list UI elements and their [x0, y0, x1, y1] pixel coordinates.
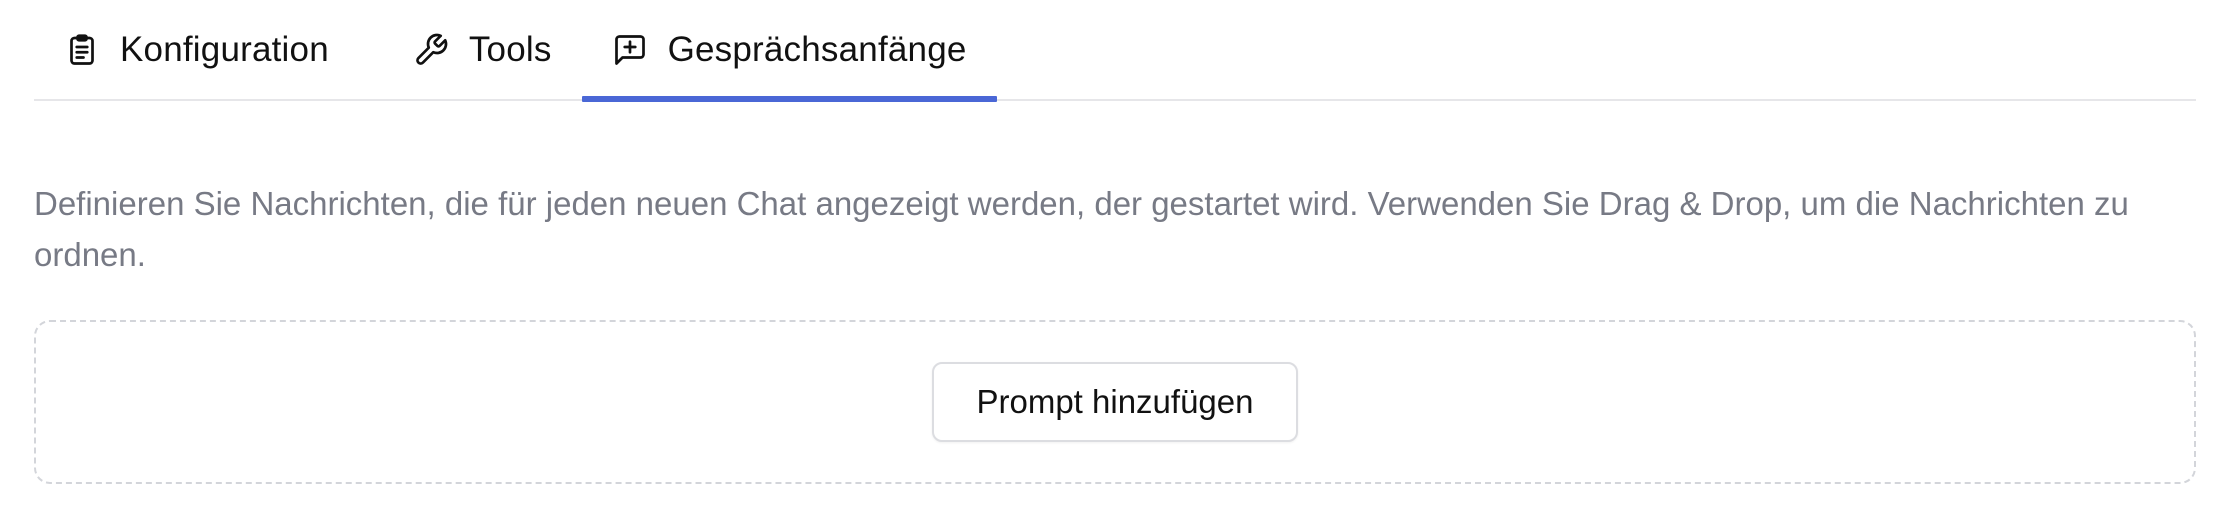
tab-konfiguration[interactable]: Konfiguration [34, 0, 359, 99]
tab-gespraechsanfaenge[interactable]: Gesprächsanfänge [581, 0, 997, 102]
tab-label: Gesprächsanfänge [667, 30, 967, 69]
wrench-icon [413, 32, 449, 68]
conversation-starters-dropzone[interactable]: Prompt hinzufügen [34, 320, 2196, 484]
tab-tools[interactable]: Tools [383, 0, 582, 99]
tab-label: Tools [468, 30, 552, 69]
description-text: Definieren Sie Nachrichten, die für jede… [34, 185, 2129, 273]
clipboard-list-icon [64, 32, 100, 68]
tab-label: Konfiguration [120, 30, 329, 69]
tab-bar: Konfiguration Tools Gesprächsanfänge [34, 0, 2196, 102]
add-prompt-button[interactable]: Prompt hinzufügen [932, 362, 1298, 442]
message-square-plus-icon [612, 32, 648, 68]
